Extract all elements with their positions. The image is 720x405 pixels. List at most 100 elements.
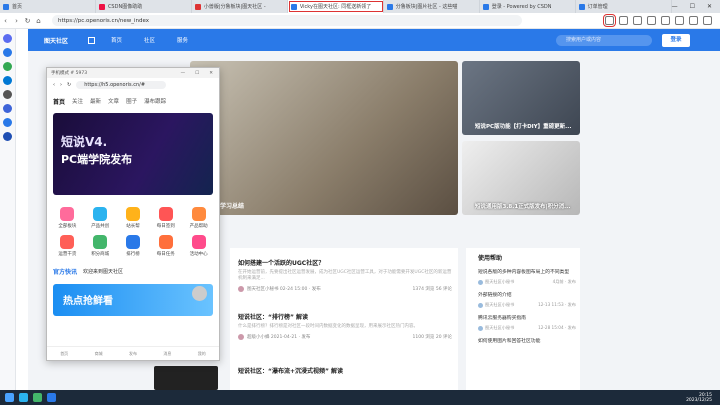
nav-publish[interactable]: 发布 bbox=[129, 351, 137, 357]
search-input[interactable]: 搜索用户或内容 bbox=[556, 34, 652, 46]
help-item[interactable]: 如何使用图片和回答社区功能 bbox=[478, 339, 576, 345]
start-icon[interactable] bbox=[5, 393, 14, 402]
url-input[interactable]: https://pc.openoris.cn/new_index bbox=[52, 15, 522, 26]
help-item-title[interactable]: 腾讯云服务器购买指南 bbox=[478, 316, 576, 322]
phone-tab[interactable]: 圈子 bbox=[126, 97, 137, 105]
nav-home[interactable]: 首页 bbox=[60, 351, 68, 357]
tab-0[interactable]: 首页 bbox=[0, 0, 96, 13]
maximize-icon[interactable]: ☐ bbox=[690, 3, 695, 10]
post-author: 超级小小蜂 2021-04-21 · 发布 bbox=[247, 335, 311, 340]
app-icon[interactable] bbox=[3, 48, 12, 57]
help-item[interactable]: 外部链接的介绍 图天社区小秘书 12-13 11:53 · 发布 bbox=[478, 293, 576, 308]
grid-item[interactable]: 每日签到 bbox=[149, 207, 182, 229]
grid-item[interactable]: 运营干货 bbox=[51, 235, 84, 257]
nav-message[interactable]: 消息 bbox=[163, 351, 171, 357]
phone-url-input[interactable]: https://h5.openoris.cn/# bbox=[76, 80, 167, 89]
avatar[interactable] bbox=[238, 286, 244, 292]
app-icon[interactable] bbox=[3, 34, 12, 43]
grid-item[interactable]: 活动中心 bbox=[182, 235, 215, 257]
forward-icon[interactable]: › bbox=[60, 82, 62, 88]
tab-6[interactable]: 订单管理 bbox=[576, 0, 672, 13]
grid-icon[interactable] bbox=[88, 36, 96, 44]
feature-card[interactable]: 短说通用版3.8.1正式版发布|积分消... bbox=[462, 141, 580, 215]
grid-item[interactable]: 排行榜 bbox=[117, 235, 150, 257]
app-icon[interactable] bbox=[3, 90, 12, 99]
app-icon[interactable] bbox=[47, 393, 56, 402]
reader-icon[interactable] bbox=[633, 16, 642, 25]
category-icon bbox=[60, 235, 75, 249]
phone-tab[interactable]: 首页 bbox=[53, 97, 65, 106]
tab-5[interactable]: 登录 - Powered by CSDN bbox=[480, 0, 576, 13]
banner-caption: 学习总结 bbox=[220, 203, 245, 210]
nav-me[interactable]: 我的 bbox=[198, 351, 206, 357]
app-icon[interactable] bbox=[3, 76, 12, 85]
extension-icon[interactable] bbox=[619, 16, 628, 25]
menu-community[interactable]: 社区 bbox=[144, 36, 155, 44]
post-item[interactable]: 短说社区：“排行榜” 解读 什么是排行榜？排行榜是对社区一段时间内数据变化的数据… bbox=[238, 312, 452, 340]
download-icon[interactable] bbox=[675, 16, 684, 25]
help-item[interactable]: 腾讯云服务器购买指南 图天社区小秘书 12-28 15:04 · 发布 bbox=[478, 316, 576, 331]
post-item[interactable]: 如何搭建一个活跃的UGC社区？ 在开始运营前，先要提出社区运营发展，成为社区UG… bbox=[238, 258, 452, 292]
collections-icon[interactable] bbox=[661, 16, 670, 25]
phone-banner[interactable]: 短说V4. PC端学院发布 bbox=[53, 113, 213, 195]
grid-item[interactable]: 全部板块 bbox=[51, 207, 84, 229]
app-icon[interactable] bbox=[3, 132, 12, 141]
maximize-icon[interactable]: ☐ bbox=[195, 71, 199, 76]
nav-shop[interactable]: 商城 bbox=[95, 351, 103, 357]
video-thumbnail[interactable] bbox=[154, 366, 218, 390]
floating-button[interactable] bbox=[192, 286, 207, 301]
phone-news[interactable]: 官方快讯 欢迎来到图天社区 bbox=[53, 267, 213, 276]
profile-icon[interactable] bbox=[689, 16, 698, 25]
site-logo[interactable]: 图天社区 bbox=[44, 36, 68, 45]
close-icon[interactable]: ✕ bbox=[209, 71, 213, 76]
grid-item[interactable]: 站长帮 bbox=[117, 207, 150, 229]
main-banner[interactable]: 学习总结 bbox=[190, 61, 458, 215]
post-title[interactable]: 短说社区：“瀑布流+沉浸式视频” 解读 bbox=[238, 366, 452, 375]
phone-tab[interactable]: 瀑布跟踪 bbox=[144, 97, 166, 105]
phone-mode-icon[interactable] bbox=[603, 14, 616, 27]
minimize-icon[interactable]: — bbox=[672, 3, 678, 10]
app-icon[interactable] bbox=[3, 104, 12, 113]
tab-4[interactable]: 分鲁板块|图片社区 - 这些喵 bbox=[384, 0, 480, 13]
close-icon[interactable]: ✕ bbox=[707, 3, 712, 10]
post-title[interactable]: 如何搭建一个活跃的UGC社区？ bbox=[238, 258, 452, 267]
home-icon[interactable]: ⌂ bbox=[33, 17, 44, 25]
post-desc: 在开始运营前，先要提出社区运营发展，成为社区UGC社区运营工具，对于功能需要开发… bbox=[238, 270, 452, 281]
grid-item[interactable]: 积分商城 bbox=[84, 235, 117, 257]
grid-item[interactable]: 产品帮助 bbox=[182, 207, 215, 229]
help-item-title[interactable]: 短说各版的多种内容板图布局上的不同类型 bbox=[478, 270, 576, 276]
app-icon[interactable] bbox=[33, 393, 42, 402]
menu-icon[interactable] bbox=[703, 16, 712, 25]
tab-2[interactable]: 小兽版|分鲁板块|图天社区 - bbox=[192, 0, 288, 13]
post-stats: 1374 浏览 56 评论 bbox=[412, 287, 452, 292]
favorites-icon[interactable] bbox=[647, 16, 656, 25]
post-item[interactable]: 短说社区：“瀑布流+沉浸式视频” 解读 bbox=[238, 366, 452, 375]
tab-1[interactable]: CSDN图像助助 bbox=[96, 0, 192, 13]
app-icon[interactable] bbox=[19, 393, 28, 402]
help-item-title[interactable]: 如何使用图片和回答社区功能 bbox=[478, 339, 576, 345]
menu-home[interactable]: 首页 bbox=[111, 36, 122, 44]
hot-banner[interactable]: 热点抢鲜看 bbox=[53, 284, 213, 316]
minimize-icon[interactable]: — bbox=[181, 71, 186, 76]
reload-icon[interactable]: ↻ bbox=[67, 82, 71, 88]
grid-item[interactable]: 产品共创 bbox=[84, 207, 117, 229]
avatar[interactable] bbox=[238, 334, 244, 340]
app-icon[interactable] bbox=[3, 62, 12, 71]
phone-tab[interactable]: 文章 bbox=[108, 97, 119, 105]
phone-tab[interactable]: 最新 bbox=[90, 97, 101, 105]
help-item[interactable]: 短说各版的多种内容板图布局上的不同类型 图天社区小秘书 4月前 · 发布 bbox=[478, 270, 576, 285]
back-icon[interactable]: ‹ bbox=[53, 82, 55, 88]
forward-icon[interactable]: › bbox=[11, 17, 22, 25]
app-icon[interactable] bbox=[3, 118, 12, 127]
tab-3-active[interactable]: Vicky在图天社区: 同框送新领了 bbox=[287, 0, 384, 13]
reload-icon[interactable]: ↻ bbox=[22, 17, 33, 25]
back-icon[interactable]: ‹ bbox=[0, 17, 11, 25]
help-item-title[interactable]: 外部链接的介绍 bbox=[478, 293, 576, 299]
login-button[interactable]: 登录 bbox=[662, 33, 690, 47]
post-title[interactable]: 短说社区：“排行榜” 解读 bbox=[238, 312, 452, 321]
clock[interactable]: 20:15 2023/12/25 bbox=[686, 393, 712, 403]
menu-service[interactable]: 服务 bbox=[177, 36, 188, 44]
phone-tab[interactable]: 关注 bbox=[72, 97, 83, 105]
grid-item[interactable]: 每日任务 bbox=[149, 235, 182, 257]
feature-card[interactable]: 短说PC版功能【打卡DIY】重磅更新... bbox=[462, 61, 580, 135]
